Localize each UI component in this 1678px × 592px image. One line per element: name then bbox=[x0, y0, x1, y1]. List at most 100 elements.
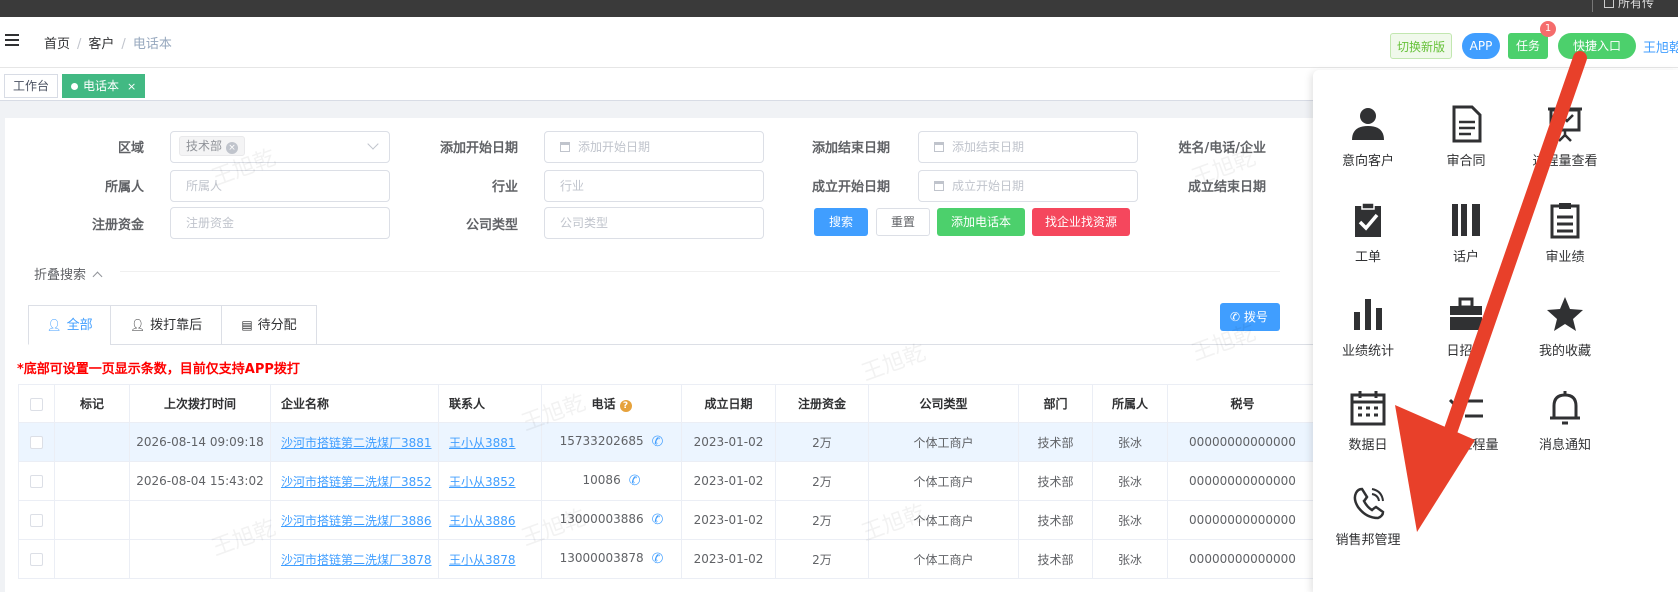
found-end-label: 成立结束日期 bbox=[1188, 180, 1267, 195]
company-link[interactable]: 沙河市搭链第二洗煤厂3852 bbox=[281, 475, 432, 489]
cell-capital: 2万 bbox=[775, 422, 869, 462]
top-partial-text[interactable]: 所有传 bbox=[1618, 0, 1654, 11]
table-row[interactable]: 2026-08-14 09:09:18 沙河市搭链第二洗煤厂3881 王小从3881… bbox=[18, 422, 1318, 462]
tab-pending[interactable]: ▤ 待分配 bbox=[221, 305, 317, 345]
username[interactable]: 王旭乾 bbox=[1643, 37, 1678, 56]
add-phonebook-button[interactable]: 添加电话本 bbox=[937, 208, 1025, 236]
tag-phonebook-label: 电话本 bbox=[83, 79, 120, 93]
tab-all[interactable]: 👤︎ 全部 bbox=[28, 305, 111, 345]
contact-link[interactable]: 王小从3852 bbox=[449, 475, 516, 489]
all-icon[interactable] bbox=[1604, 0, 1614, 8]
quick-item-8[interactable]: 我的收藏 bbox=[1515, 288, 1615, 359]
navbar: 首页 / 客户 / 电话本 切换新版 APP 任务 1 快捷入口 王旭乾 bbox=[0, 17, 1678, 67]
cell-date: 2023-01-02 bbox=[681, 500, 776, 540]
quick-item-4[interactable]: 话户 bbox=[1416, 194, 1516, 265]
phone-icon[interactable]: ✆ bbox=[652, 551, 664, 567]
chip-close-icon[interactable]: × bbox=[226, 142, 239, 154]
add-end-date-input[interactable]: 添加结束日期 bbox=[918, 131, 1138, 163]
divider bbox=[120, 271, 1280, 272]
found-start-date-input[interactable]: 成立开始日期 bbox=[918, 170, 1138, 202]
cell-contact: 王小从3878 bbox=[438, 539, 542, 579]
table-row[interactable]: 沙河市搭链第二洗煤厂3878 王小从3878 13000003878 ✆ 2023-01… bbox=[18, 539, 1318, 579]
cell-owner: 张冰 bbox=[1092, 539, 1168, 579]
bell-icon bbox=[1515, 382, 1615, 428]
contact-link[interactable]: 王小从3886 bbox=[449, 514, 516, 528]
company-link[interactable]: 沙河市搭链第二洗煤厂3881 bbox=[281, 436, 432, 450]
contact-link[interactable]: 王小从3881 bbox=[449, 436, 516, 450]
close-icon[interactable]: × bbox=[127, 80, 136, 93]
capital-label: 注册资金 bbox=[91, 218, 144, 233]
breadcrumb-current: 电话本 bbox=[132, 37, 172, 52]
app-button[interactable]: APP bbox=[1462, 33, 1500, 59]
menu-toggle-icon[interactable] bbox=[5, 34, 19, 49]
cell-dept: 技术部 bbox=[1018, 422, 1093, 462]
table-row[interactable]: 沙河市搭链第二洗煤厂3886 王小从3886 13000003886 ✆ 2023-01… bbox=[18, 500, 1318, 540]
row-checkbox[interactable] bbox=[18, 500, 55, 540]
quick-item-0[interactable]: 意向客户 bbox=[1318, 98, 1418, 169]
cell-date: 2023-01-02 bbox=[681, 422, 776, 462]
search-button[interactable]: 搜索 bbox=[814, 208, 868, 236]
quick-item-9[interactable]: 数据日 bbox=[1318, 382, 1418, 453]
bars-icon bbox=[1416, 194, 1516, 240]
company-link[interactable]: 沙河市搭链第二洗煤厂3886 bbox=[281, 514, 432, 528]
table-header-row: 标记 上次拨打时间 企业名称 联系人 电话? 成立日期 注册资金 公司类型 部门… bbox=[18, 384, 1318, 423]
breadcrumb-customer[interactable]: 客户 bbox=[88, 37, 114, 52]
calendar-icon bbox=[1318, 382, 1418, 428]
row-checkbox[interactable] bbox=[18, 539, 55, 579]
reset-button[interactable]: 重置 bbox=[876, 208, 930, 236]
fold-label: 折叠搜索 bbox=[34, 268, 87, 283]
quick-entry-button[interactable]: 快捷入口 bbox=[1558, 33, 1636, 59]
quick-entry-panel: 意向客户 审合同 过程量查看工单 话户 审业绩业绩统计 日招聘 我的收藏数据日 录入过程量 消息… bbox=[1313, 70, 1678, 592]
tag-workbench[interactable]: 工作台 bbox=[4, 74, 59, 98]
cell-date: 2023-01-02 bbox=[681, 461, 776, 501]
name-phone-label: 姓名/电话/企业 bbox=[1178, 141, 1267, 156]
quick-item-label: 我的收藏 bbox=[1538, 344, 1591, 359]
contact-link[interactable]: 王小从3878 bbox=[449, 553, 516, 567]
dial-button[interactable]: ✆ 拨号 bbox=[1220, 303, 1280, 331]
person-icon: 👤︎ bbox=[129, 318, 146, 332]
phone-number: 10086 bbox=[582, 473, 621, 487]
owner-input[interactable]: 所属人 bbox=[170, 170, 390, 202]
cell-phone: 13000003878 ✆ bbox=[541, 539, 682, 579]
phone-icon[interactable]: ✆ bbox=[629, 473, 641, 489]
add-start-date-input[interactable]: 添加开始日期 bbox=[544, 131, 764, 163]
phone-icon[interactable]: ✆ bbox=[652, 512, 664, 528]
quick-item-7[interactable]: 日招聘 bbox=[1416, 288, 1516, 359]
find-company-button[interactable]: 找企业找资源 bbox=[1032, 208, 1130, 236]
company-link[interactable]: 沙河市搭链第二洗煤厂3878 bbox=[281, 553, 432, 567]
quick-item-5[interactable]: 审业绩 bbox=[1515, 194, 1615, 265]
star-icon bbox=[1515, 288, 1615, 334]
quick-item-1[interactable]: 审合同 bbox=[1416, 98, 1516, 169]
capital-input[interactable]: 注册资金 bbox=[170, 207, 390, 239]
fold-search-toggle[interactable]: 折叠搜索 bbox=[34, 264, 103, 283]
task-button[interactable]: 任务 bbox=[1508, 33, 1548, 59]
breadcrumb-home[interactable]: 首页 bbox=[44, 37, 70, 52]
phone-number: 13000003878 bbox=[559, 551, 644, 565]
phone-icon[interactable]: ✆ bbox=[652, 434, 664, 450]
select-all-checkbox[interactable] bbox=[18, 384, 55, 423]
tag-phonebook[interactable]: 电话本 × bbox=[62, 74, 146, 98]
quick-item-6[interactable]: 业绩统计 bbox=[1318, 288, 1418, 359]
cell-owner: 张冰 bbox=[1092, 461, 1168, 501]
table-row[interactable]: 2026-08-04 15:43:02 沙河市搭链第二洗煤厂3852 王小从3852… bbox=[18, 461, 1318, 501]
tab-dial-later-label: 拨打靠后 bbox=[150, 318, 203, 333]
quick-item-11[interactable]: 消息通知 bbox=[1515, 382, 1615, 453]
industry-input[interactable]: 行业 bbox=[544, 170, 764, 202]
quick-item-2[interactable]: 过程量查看 bbox=[1515, 98, 1615, 169]
help-icon[interactable]: ? bbox=[619, 400, 632, 412]
quick-item-label: 意向客户 bbox=[1341, 154, 1394, 169]
region-select[interactable]: 技术部 × bbox=[170, 131, 390, 163]
clipboard-list-icon bbox=[1515, 194, 1615, 240]
cell-type: 个体工商户 bbox=[868, 500, 1019, 540]
quick-item-3[interactable]: 工单 bbox=[1318, 194, 1418, 265]
company-type-label: 公司类型 bbox=[465, 218, 518, 233]
add-end-label: 添加结束日期 bbox=[812, 141, 891, 156]
quick-item-12[interactable]: 销售邦管理 bbox=[1318, 477, 1418, 548]
row-checkbox[interactable] bbox=[18, 461, 55, 501]
row-checkbox[interactable] bbox=[18, 422, 55, 462]
tab-dial-later[interactable]: 👤︎ 拨打靠后 bbox=[110, 305, 222, 345]
company-type-input[interactable]: 公司类型 bbox=[544, 207, 764, 239]
add-start-placeholder: 添加开始日期 bbox=[578, 140, 651, 154]
quick-item-10[interactable]: 录入过程量 bbox=[1416, 382, 1516, 453]
switch-version-button[interactable]: 切换新版 bbox=[1390, 33, 1452, 59]
